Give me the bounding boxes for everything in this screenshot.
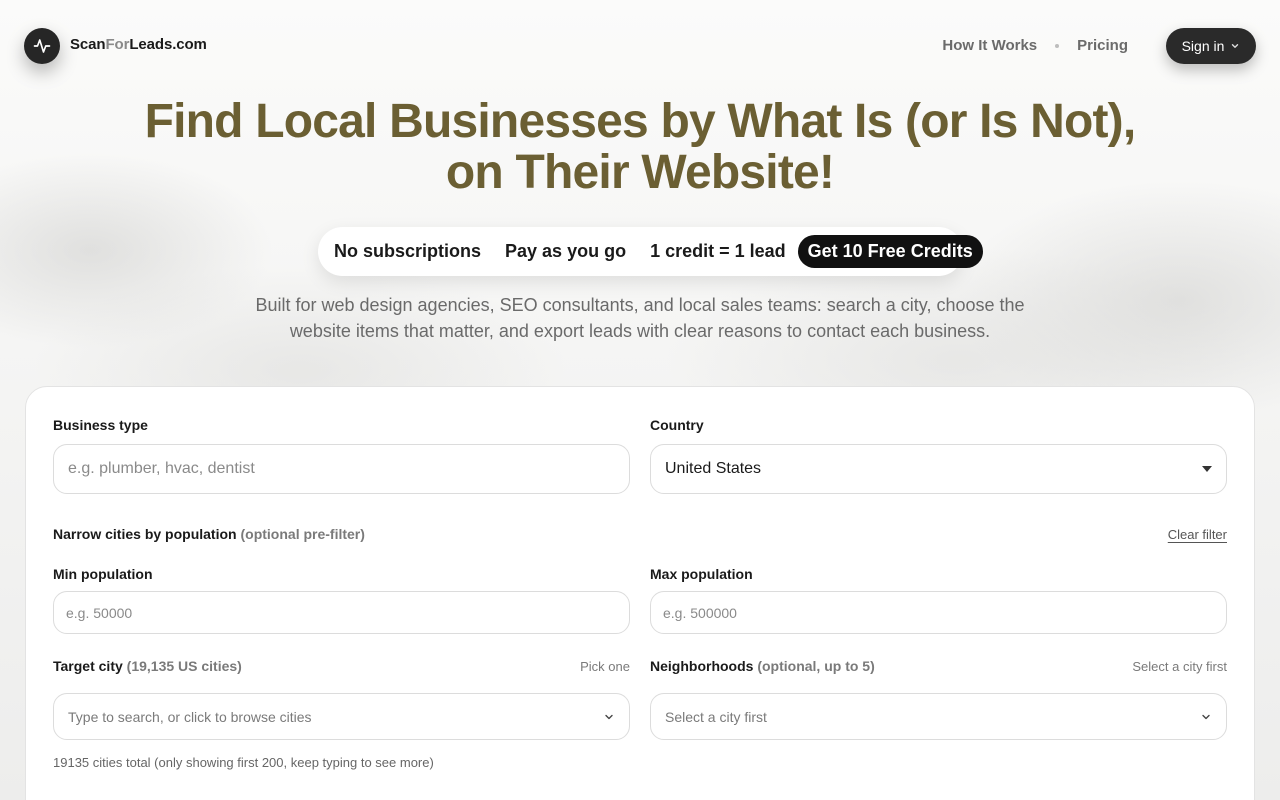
neighborhoods-hint: (optional, up to 5): [757, 658, 875, 674]
target-city-placeholder: Type to search, or click to browse citie…: [68, 708, 312, 725]
target-city-hint: (19,135 US cities): [126, 658, 242, 674]
population-filter-hint: (optional pre-filter): [240, 526, 365, 542]
caret-down-icon: [1202, 466, 1212, 472]
pill-no-subscriptions: No subscriptions: [334, 241, 482, 261]
nav-how-it-works[interactable]: How It Works: [942, 37, 1037, 54]
free-credits-button[interactable]: Get 10 Free Credits: [797, 235, 983, 268]
hero-subtext: Built for web design agencies, SEO consu…: [255, 295, 1025, 341]
target-city-label: Target city (19,135 US cities): [53, 658, 242, 674]
target-city-note: Pick one: [580, 659, 630, 674]
neighborhoods-placeholder: Select a city first: [665, 708, 767, 725]
nav-pricing[interactable]: Pricing: [1077, 37, 1128, 54]
min-population-input[interactable]: [53, 591, 630, 634]
clear-filter-link[interactable]: Clear filter: [1168, 527, 1227, 542]
max-population-input[interactable]: [650, 591, 1227, 634]
pill-pay-as-you-go: Pay as you go: [505, 241, 627, 261]
chevron-down-icon: [1232, 44, 1239, 49]
country-select[interactable]: United States: [650, 444, 1227, 494]
target-city-combobox[interactable]: Type to search, or click to browse citie…: [53, 693, 630, 740]
country-value: United States: [665, 460, 762, 477]
country-label: Country: [650, 417, 704, 433]
sign-in-button[interactable]: Sign in: [1166, 28, 1256, 64]
neighborhoods-note: Select a city first: [1132, 659, 1227, 674]
business-type-input[interactable]: [53, 444, 630, 494]
site-header: ScanForLeads.com How It Works Pricing Si…: [0, 0, 1280, 92]
chevron-down-icon: [1202, 714, 1210, 719]
main-nav: How It Works Pricing: [942, 37, 1128, 54]
chevron-down-icon: [605, 714, 613, 719]
value-prop-bar: No subscriptions Pay as you go 1 credit …: [318, 227, 983, 276]
pill-credit-per-lead: 1 credit = 1 lead: [650, 241, 786, 261]
business-type-label: Business type: [53, 417, 148, 433]
nav-separator: [1055, 43, 1060, 48]
max-population-label: Max population: [650, 566, 753, 582]
population-filter-label: Narrow cities by population (optional pr…: [53, 526, 365, 542]
site-logo[interactable]: ScanForLeads.com: [70, 36, 207, 53]
cities-count-footnote: 19135 cities total (only showing first 2…: [53, 755, 434, 770]
hero-title: Find Local Businesses by What Is (or Is …: [144, 95, 1137, 199]
min-population-label: Min population: [53, 566, 153, 582]
pulse-icon[interactable]: [24, 28, 60, 64]
search-form-card: Business type Country United States Narr…: [25, 386, 1255, 800]
neighborhoods-label: Neighborhoods (optional, up to 5): [650, 658, 875, 674]
neighborhoods-select[interactable]: Select a city first: [650, 693, 1227, 740]
